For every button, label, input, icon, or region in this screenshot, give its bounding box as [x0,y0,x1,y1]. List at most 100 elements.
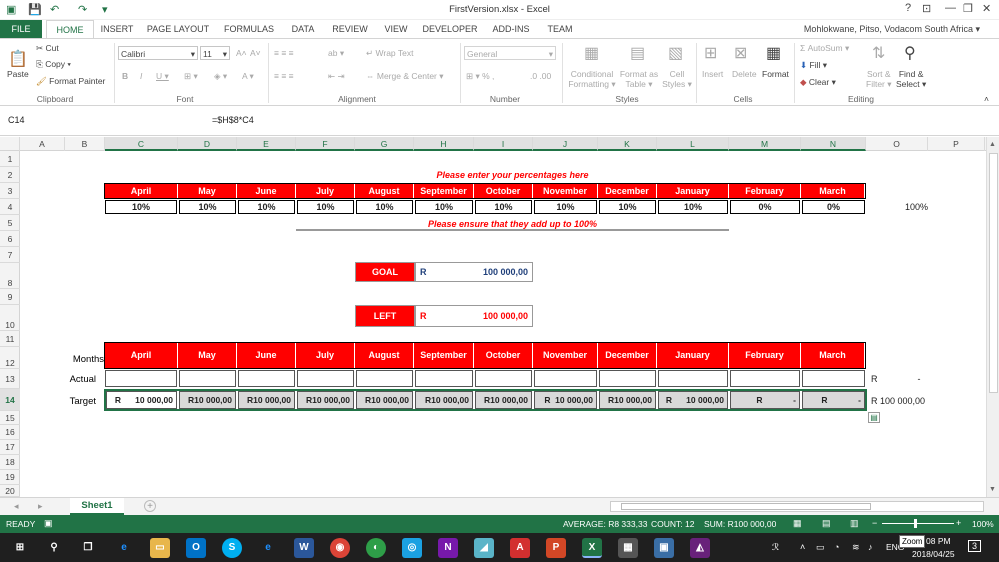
notification-icon[interactable]: 3 [968,540,982,552]
people-icon[interactable]: ℛ [772,542,779,553]
format-as-table-button[interactable]: Format as Table ▾ [618,69,660,90]
cell-styles-icon[interactable]: ▧ [668,43,683,63]
column-header-h[interactable]: H [414,137,474,151]
row-header[interactable]: 13 [0,369,20,389]
indent-icon[interactable]: ⇤ ⇥ [328,71,345,82]
month-header[interactable]: May [178,184,237,198]
sort-filter-button[interactable]: Sort & Filter ▾ [866,69,892,90]
column-header-g[interactable]: G [355,137,414,151]
name-box[interactable]: C14 [8,115,25,125]
row-header[interactable]: 18 [0,455,20,470]
actual-cell[interactable] [105,370,177,387]
actual-cell[interactable] [475,370,532,387]
tab-file[interactable]: FILE [0,20,42,38]
month-column-header[interactable]: February [729,343,801,368]
format-table-icon[interactable]: ▤ [630,43,645,63]
app-icon[interactable]: ▣ [654,538,674,558]
month-header[interactable]: September [414,184,474,198]
row-header[interactable]: 6 [0,231,20,247]
word-icon[interactable]: W [294,538,314,558]
tab-formulas[interactable]: FORMULAS [222,20,276,38]
actual-cell[interactable] [297,370,354,387]
month-header[interactable]: December [598,184,657,198]
month-header[interactable]: October [474,184,533,198]
sheet-tab-sheet1[interactable]: Sheet1 [70,498,124,515]
row-header[interactable]: 16 [0,425,20,440]
network-icon[interactable]: ◔ [834,542,839,552]
windows-start-icon[interactable]: ⊞ [10,538,30,558]
format-painter-button[interactable]: 🖌 Format Painter [36,76,105,87]
goal-label[interactable]: GOAL [355,262,415,282]
delete-button[interactable]: Delete [732,69,757,79]
orientation-icon[interactable]: ab ▾ [328,48,344,59]
row-header[interactable]: 7 [0,247,20,263]
row-header[interactable]: 10 [0,305,20,331]
percentage-input[interactable]: 10% [105,200,177,214]
battery-icon[interactable]: ▭ [816,542,825,553]
align-left-icon[interactable]: ≡ ≡ ≡ [274,71,294,81]
normal-view-icon[interactable]: ▦ [793,518,802,529]
actual-cell[interactable] [534,370,597,387]
target-cell[interactable]: R10 000,00 [415,391,473,409]
copy-button[interactable]: ⎘ Copy ▾ [36,59,71,70]
target-cell[interactable]: R10 000,00 [297,391,354,409]
percentage-input[interactable]: 10% [238,200,295,214]
tab-team[interactable]: TEAM [544,20,576,38]
zoom-slider-thumb[interactable] [914,519,917,528]
volume-icon[interactable]: ♪ [868,542,873,552]
row-header[interactable]: 9 [0,289,20,305]
left-cell[interactable]: R 100 000,00 [415,305,533,327]
insert-button[interactable]: Insert [702,69,723,79]
row-header[interactable]: 5 [0,215,20,231]
tab-add-ins[interactable]: ADD-INS [488,20,534,38]
month-header[interactable]: January [657,184,729,198]
clock-date[interactable]: 2018/04/25 [912,549,955,559]
conditional-formatting-icon[interactable]: ▦ [584,43,599,63]
target-cell[interactable]: R10 000,00 [475,391,532,409]
collapse-ribbon-icon[interactable]: ˄ [984,94,989,104]
column-header-d[interactable]: D [178,137,237,151]
row-header[interactable]: 15 [0,411,20,425]
month-header[interactable]: February [729,184,801,198]
horizontal-scrollbar[interactable] [610,501,984,512]
month-column-header[interactable]: November [533,343,598,368]
paste-icon[interactable]: 📋 [8,49,28,69]
fill-color-icon[interactable]: ◈ ▾ [214,71,227,82]
delete-cells-icon[interactable]: ⊠ [734,43,747,63]
zoom-out-icon[interactable]: − [872,518,877,528]
font-size-select[interactable]: 11 ▾ [200,46,230,60]
percentage-input[interactable]: 10% [658,200,728,214]
target-cell[interactable]: R10 000,00 [599,391,656,409]
month-column-header[interactable]: September [414,343,474,368]
column-header-n[interactable]: N [801,137,866,151]
actual-cell[interactable] [802,370,865,387]
target-total[interactable]: R 100 000,00 [871,397,931,406]
borders-icon[interactable]: ⊞ ▾ [184,71,198,82]
cut-button[interactable]: ✂ Cut [36,43,59,54]
h-scroll-thumb[interactable] [621,503,871,510]
tab-insert[interactable]: INSERT [100,20,134,38]
actual-cell[interactable] [599,370,656,387]
target-cell[interactable]: R - [802,391,865,409]
formula-input[interactable]: =$H$8*C4 [212,115,254,125]
column-header-j[interactable]: J [533,137,598,151]
row-header[interactable]: 11 [0,331,20,347]
clock-time[interactable]: 08 PM [926,536,951,546]
italic-button[interactable]: I [140,71,142,81]
internet-explorer-icon[interactable]: e [258,538,278,558]
number-format-select[interactable]: General ▾ [464,46,556,60]
outlook-icon[interactable]: O [186,538,206,558]
percentage-input[interactable]: 10% [297,200,354,214]
app-icon[interactable]: ◎ [402,538,422,558]
app-icon[interactable]: ◐ [366,538,386,558]
file-explorer-icon[interactable]: ▭ [150,538,170,558]
month-column-header[interactable]: January [657,343,729,368]
tab-page-layout[interactable]: PAGE LAYOUT [146,20,210,38]
tray-chevron-icon[interactable]: ˄ [800,542,805,552]
percentage-input[interactable]: 0% [802,200,865,214]
wifi-icon[interactable]: ≋ [852,542,860,553]
column-header-c[interactable]: C [105,137,178,151]
month-column-header[interactable]: April [105,343,178,368]
month-column-header[interactable]: March [801,343,865,368]
tab-developer[interactable]: DEVELOPER [422,20,478,38]
